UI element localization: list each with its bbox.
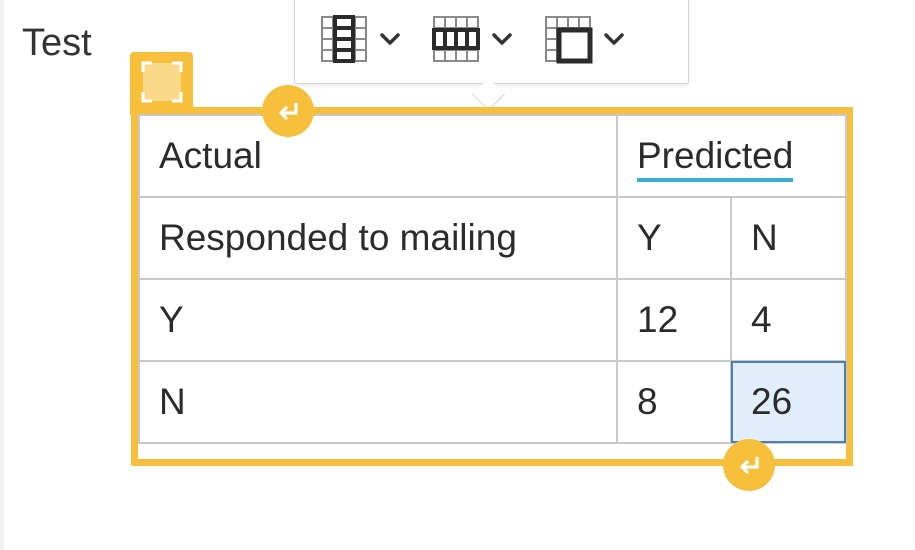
table-cell[interactable]: 8 xyxy=(616,360,732,444)
table-select-handle-icon xyxy=(141,61,183,103)
return-arrow-icon xyxy=(740,457,759,474)
cell-text: 26 xyxy=(751,381,793,422)
table-toolbar xyxy=(294,0,689,84)
table-cell[interactable]: Y xyxy=(138,278,618,362)
insert-paragraph-before-button[interactable] xyxy=(262,85,314,137)
insert-paragraph-after-button[interactable] xyxy=(723,439,775,491)
cell-text: Responded to mailing xyxy=(159,217,517,258)
table-row: Responded to mailing Y N xyxy=(138,196,847,280)
cell-text: N xyxy=(159,381,186,422)
table-row-icon xyxy=(432,16,480,62)
table-column-dropdown-button[interactable] xyxy=(319,9,403,69)
cell-text: Y xyxy=(637,217,662,258)
paragraph-text[interactable]: Test xyxy=(22,20,92,66)
cell-text: N xyxy=(751,217,778,258)
table-row-dropdown-button[interactable] xyxy=(431,9,515,69)
chevron-down-icon xyxy=(492,33,512,45)
chevron-down-icon xyxy=(380,33,400,45)
table-row: Actual Predicted xyxy=(138,114,847,198)
table-cell[interactable]: Responded to mailing xyxy=(138,196,618,280)
cell-text: Actual xyxy=(159,135,262,176)
table-row: Y 12 4 xyxy=(138,278,847,362)
cell-text: 4 xyxy=(751,299,772,340)
return-arrow-icon xyxy=(279,103,298,120)
data-table: Actual Predicted Responded to mailing Y … xyxy=(138,114,847,444)
cell-text: Y xyxy=(159,299,184,340)
merge-cells-icon xyxy=(545,16,593,64)
table-cell-selected[interactable]: 26 xyxy=(730,360,847,444)
cell-text: 12 xyxy=(637,299,679,340)
table-cell[interactable]: 12 xyxy=(616,278,732,362)
table-cell[interactable]: Predicted xyxy=(616,114,847,198)
cell-text: 8 xyxy=(637,381,658,422)
chevron-down-icon xyxy=(604,33,624,45)
editor-left-edge xyxy=(0,0,4,550)
table-select-handle[interactable] xyxy=(130,52,193,115)
table-cell[interactable]: 4 xyxy=(730,278,847,362)
table-cell[interactable]: N xyxy=(138,360,618,444)
table-cell[interactable]: Y xyxy=(616,196,732,280)
cell-text-spellcheck-underlined: Predicted xyxy=(637,135,794,182)
table-cell[interactable]: Actual xyxy=(138,114,618,198)
table-column-icon xyxy=(321,15,367,63)
table-row: N 8 26 xyxy=(138,360,847,444)
table-cell[interactable]: N xyxy=(730,196,847,280)
merge-cells-dropdown-button[interactable] xyxy=(543,9,627,69)
